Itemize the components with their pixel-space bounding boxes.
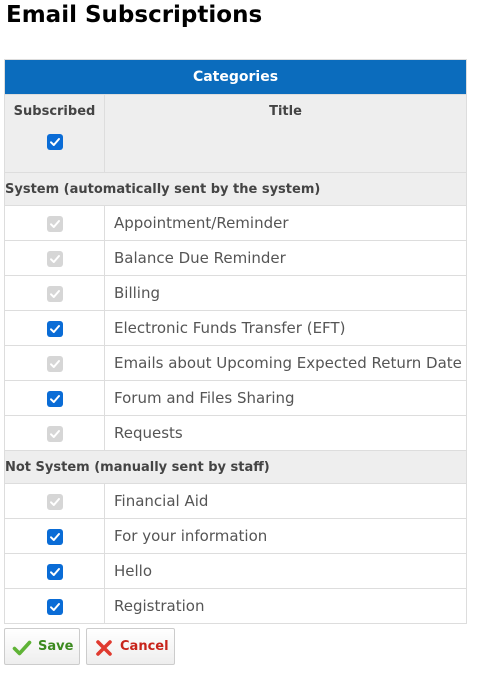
subscribed-cell — [4, 380, 105, 416]
subscription-checkbox — [46, 493, 63, 510]
cancel-label: Cancel — [120, 639, 169, 654]
group-label: System (automatically sent by the system… — [4, 172, 467, 206]
title-column-header: Title — [104, 94, 467, 173]
subscription-checkbox[interactable] — [46, 563, 63, 580]
subscription-title: Financial Aid — [104, 483, 467, 519]
subscription-title: Hello — [104, 553, 467, 589]
table-row: Forum and Files Sharing — [4, 380, 467, 416]
subscribed-column-header: Subscribed — [4, 94, 105, 173]
select-all-checkbox[interactable] — [46, 134, 63, 150]
group-row: Not System (manually sent by staff) — [4, 450, 467, 484]
subscription-checkbox — [46, 215, 63, 232]
subscription-title: Forum and Files Sharing — [104, 380, 467, 416]
subscription-title: Electronic Funds Transfer (EFT) — [104, 310, 467, 346]
subscription-checkbox — [46, 425, 63, 442]
table-row: Emails about Upcoming Expected Return Da… — [4, 345, 467, 381]
subscription-checkbox — [46, 285, 63, 302]
subscribed-cell — [4, 553, 105, 589]
table-row: Registration — [4, 588, 467, 624]
page-title: Email Subscriptions — [6, 2, 263, 28]
subscription-title: Emails about Upcoming Expected Return Da… — [104, 345, 467, 381]
subscribed-cell — [4, 275, 105, 311]
subscription-checkbox[interactable] — [46, 390, 63, 407]
subscribed-cell — [4, 205, 105, 241]
subscribed-cell — [4, 415, 105, 451]
table-row: Balance Due Reminder — [4, 240, 467, 276]
x-icon — [94, 638, 114, 658]
column-header-row: Subscribed Title — [4, 94, 467, 173]
subscription-title: Balance Due Reminder — [104, 240, 467, 276]
subscription-checkbox[interactable] — [46, 320, 63, 337]
table-row: For your information — [4, 518, 467, 554]
checkmark-icon — [12, 638, 32, 658]
subscribed-cell — [4, 310, 105, 346]
subscription-title: Appointment/Reminder — [104, 205, 467, 241]
subscription-title: Requests — [104, 415, 467, 451]
subscription-checkbox — [46, 250, 63, 267]
save-label: Save — [38, 639, 74, 654]
group-label: Not System (manually sent by staff) — [4, 450, 467, 484]
table-row: Requests — [4, 415, 467, 451]
subscribed-cell — [4, 345, 105, 381]
subscription-title: For your information — [104, 518, 467, 554]
subscription-title: Billing — [104, 275, 467, 311]
categories-header: Categories — [4, 59, 467, 95]
table-row: Electronic Funds Transfer (EFT) — [4, 310, 467, 346]
cancel-button[interactable]: Cancel — [86, 628, 175, 665]
subscription-checkbox[interactable] — [46, 528, 63, 545]
save-button[interactable]: Save — [4, 628, 80, 665]
subscribed-cell — [4, 240, 105, 276]
subscription-title: Registration — [104, 588, 467, 624]
subscribed-cell — [4, 518, 105, 554]
subscriptions-table: Categories Subscribed Title System (auto… — [4, 59, 467, 624]
table-row: Hello — [4, 553, 467, 589]
table-row: Billing — [4, 275, 467, 311]
table-row: Financial Aid — [4, 483, 467, 519]
table-row: Appointment/Reminder — [4, 205, 467, 241]
group-row: System (automatically sent by the system… — [4, 172, 467, 206]
subscription-checkbox[interactable] — [46, 598, 63, 615]
subscription-checkbox — [46, 355, 63, 372]
subscribed-cell — [4, 483, 105, 519]
title-column-label: Title — [269, 104, 302, 119]
subscribed-cell — [4, 588, 105, 624]
subscribed-column-label: Subscribed — [13, 104, 96, 119]
categories-header-row: Categories — [4, 59, 467, 95]
